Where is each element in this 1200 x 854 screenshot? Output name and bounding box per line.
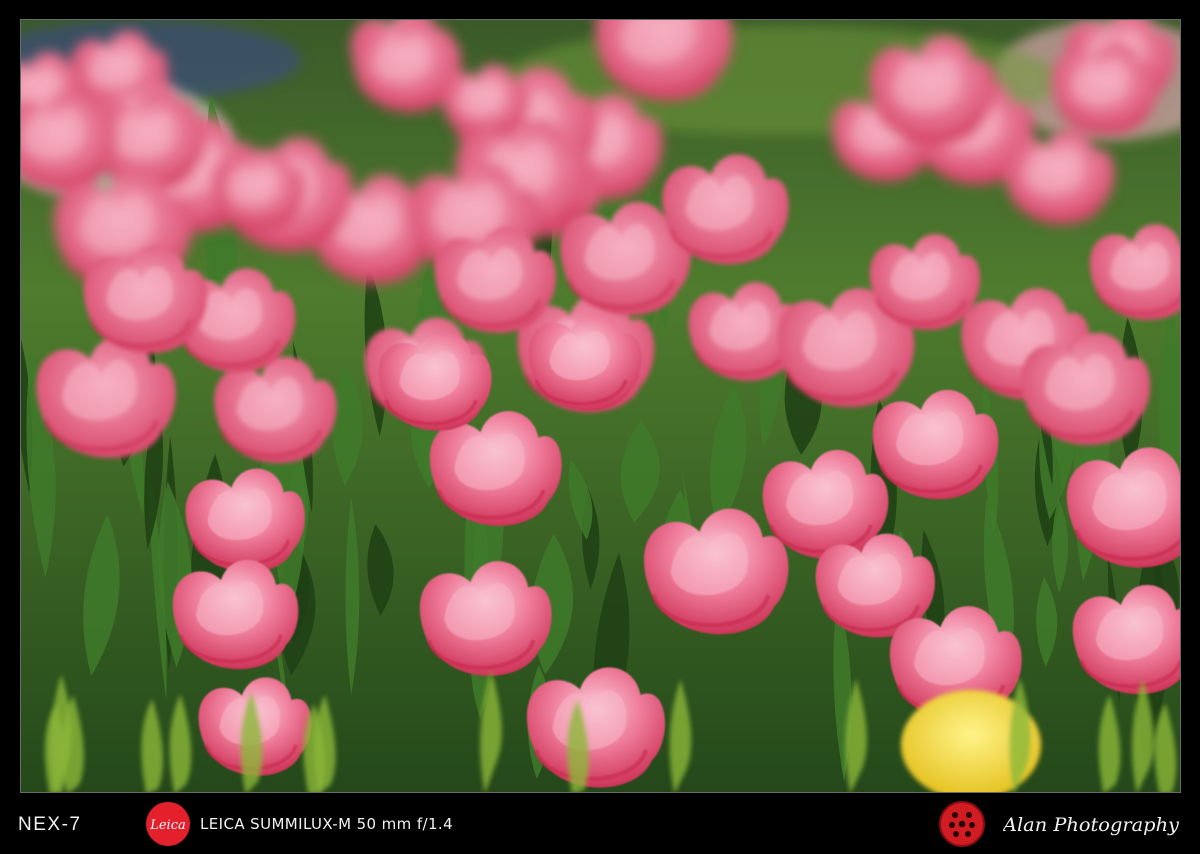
tulip-photo bbox=[20, 19, 1181, 793]
lens-info-label: LEICA SUMMILUX-M 50 mm f/1.4 bbox=[200, 815, 454, 833]
tulip-field-image bbox=[21, 20, 1180, 792]
ladybug-logo bbox=[939, 801, 985, 847]
photo-frame: NEX-7 Leica LEICA SUMMILUX-M 50 mm f/1.4… bbox=[0, 0, 1200, 854]
photographer-signature: Alan Photography bbox=[1003, 814, 1179, 836]
caption-bar: NEX-7 Leica LEICA SUMMILUX-M 50 mm f/1.4… bbox=[0, 796, 1200, 854]
leica-logo: Leica bbox=[146, 802, 190, 846]
camera-model-label: NEX-7 bbox=[18, 814, 82, 835]
leica-logo-text: Leica bbox=[149, 818, 186, 833]
signature-text: Alan Photography bbox=[1003, 814, 1179, 836]
